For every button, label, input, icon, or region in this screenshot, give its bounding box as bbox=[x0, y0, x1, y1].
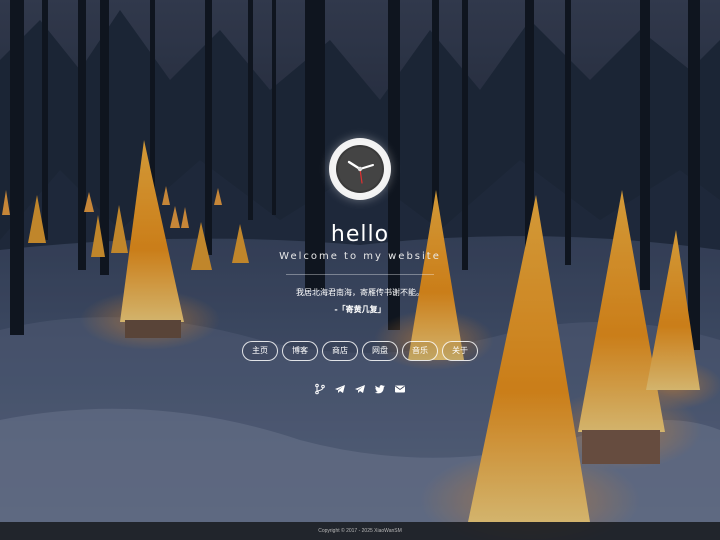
nav-music-button[interactable]: 音乐 bbox=[402, 341, 438, 361]
nav-drive-button[interactable]: 网盘 bbox=[362, 341, 398, 361]
social-links bbox=[0, 383, 720, 395]
twitter-icon[interactable] bbox=[374, 383, 386, 395]
copyright-text: Copyright © 2017 - 2025 XiaoWanSM bbox=[318, 528, 402, 534]
footer: Copyright © 2017 - 2025 XiaoWanSM bbox=[0, 522, 720, 540]
nav-shop-button[interactable]: 商店 bbox=[322, 341, 358, 361]
title-divider bbox=[286, 274, 434, 275]
nav-about-button[interactable]: 关于 bbox=[442, 341, 478, 361]
profile-center: hello Welcome to my website 我居北海君南海，寄雁传书… bbox=[0, 138, 720, 395]
quote-text: 我居北海君南海，寄雁传书谢不能。 bbox=[296, 288, 424, 297]
site-subtitle: Welcome to my website bbox=[279, 251, 441, 262]
site-title: hello bbox=[330, 222, 390, 247]
main-nav: 主页 博客 商店 网盘 音乐 关于 bbox=[0, 341, 720, 361]
git-icon[interactable] bbox=[314, 383, 326, 395]
telegram-icon[interactable] bbox=[334, 383, 346, 395]
quote-source: -「寄黄几复」 bbox=[334, 305, 386, 314]
mail-icon[interactable] bbox=[394, 383, 406, 395]
telegram-channel-icon[interactable] bbox=[354, 383, 366, 395]
clock-icon bbox=[332, 141, 388, 197]
nav-blog-button[interactable]: 博客 bbox=[282, 341, 318, 361]
nav-home-button[interactable]: 主页 bbox=[242, 341, 278, 361]
clock-avatar[interactable] bbox=[329, 138, 391, 200]
